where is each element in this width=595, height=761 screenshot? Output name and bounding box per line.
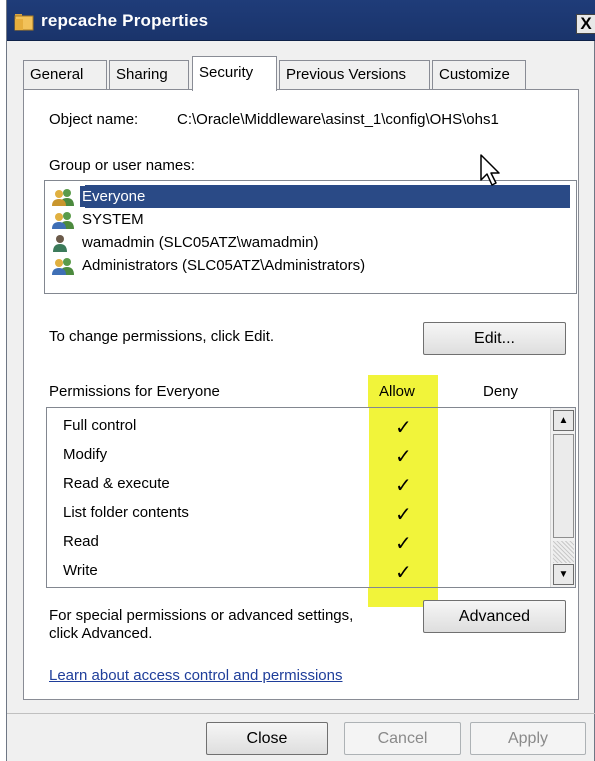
close-window-button[interactable]: X <box>576 14 595 34</box>
scroll-down-arrow-icon[interactable]: ▼ <box>553 564 574 585</box>
deny-column-header: Deny <box>483 383 519 400</box>
tab-general[interactable]: General <box>23 60 107 90</box>
footer-divider <box>7 713 595 714</box>
permission-row-list-folder-contents: List folder contents ✓ <box>47 500 537 529</box>
list-item-wamadmin[interactable]: wamadmin (SLC05ATZ\wamadmin) <box>45 231 576 254</box>
scroll-track[interactable] <box>553 541 574 563</box>
permission-name: Full control <box>63 417 137 434</box>
permission-name: Write <box>63 562 98 579</box>
folder-icon <box>14 14 34 31</box>
permission-name: Modify <box>63 446 108 463</box>
user-name-label: Administrators (SLC05ATZ\Administrators) <box>82 257 366 274</box>
users-list[interactable]: Everyone SYSTEM wamadmin (SLC05ATZ\wamad… <box>44 180 577 294</box>
permission-row-modify: Modify ✓ <box>47 442 537 471</box>
allow-checkmark-icon: ✓ <box>395 417 412 439</box>
change-permissions-text: To change permissions, click Edit. <box>49 328 275 345</box>
scroll-up-arrow-icon[interactable]: ▲ <box>553 410 574 431</box>
advanced-button[interactable]: Advanced <box>423 600 566 633</box>
close-button[interactable]: Close <box>206 722 328 755</box>
permission-name: List folder contents <box>63 504 189 521</box>
allow-checkmark-icon: ✓ <box>395 562 412 584</box>
tab-previous-versions[interactable]: Previous Versions <box>279 60 430 90</box>
group-icon <box>52 212 74 229</box>
permission-row-write: Write ✓ <box>47 558 537 587</box>
tab-sharing[interactable]: Sharing <box>109 60 189 90</box>
permissions-scrollbar[interactable]: ▲ ▼ <box>550 408 575 587</box>
user-name-label: wamadmin (SLC05ATZ\wamadmin) <box>82 234 319 251</box>
allow-checkmark-icon: ✓ <box>395 475 412 497</box>
window-title: repcache Properties <box>41 11 209 30</box>
permission-name: Read <box>63 533 99 550</box>
tab-customize[interactable]: Customize <box>432 60 526 90</box>
apply-button[interactable]: Apply <box>470 722 586 755</box>
learn-access-control-link[interactable]: Learn about access control and permissio… <box>49 667 343 684</box>
user-icon <box>53 235 67 252</box>
cancel-button[interactable]: Cancel <box>344 722 461 755</box>
special-permissions-text-line2: click Advanced. <box>49 625 153 642</box>
list-item-administrators[interactable]: Administrators (SLC05ATZ\Administrators) <box>45 254 576 277</box>
special-permissions-text-line1: For special permissions or advanced sett… <box>49 607 354 624</box>
permissions-for-label: Permissions for Everyone <box>49 383 220 400</box>
object-name-value: C:\Oracle\Middleware\asinst_1\config\OHS… <box>177 111 499 128</box>
permission-row-full-control: Full control ✓ <box>47 413 537 442</box>
properties-dialog: repcache Properties X General Sharing Se… <box>6 0 595 761</box>
group-icon <box>52 189 74 206</box>
title-bar[interactable]: repcache Properties X <box>7 0 595 41</box>
permission-row-read: Read ✓ <box>47 529 537 558</box>
permission-row-read-execute: Read & execute ✓ <box>47 471 537 500</box>
tab-security[interactable]: Security <box>192 56 277 91</box>
allow-checkmark-icon: ✓ <box>395 533 412 555</box>
edit-button[interactable]: Edit... <box>423 322 566 355</box>
user-name-label: SYSTEM <box>82 211 144 228</box>
group-icon <box>52 258 74 275</box>
user-name-label: Everyone <box>80 186 148 207</box>
mouse-pointer-icon <box>480 154 500 186</box>
allow-checkmark-icon: ✓ <box>395 446 412 468</box>
permissions-list[interactable]: Full control ✓ Modify ✓ Read & execute ✓… <box>46 407 576 588</box>
list-item-system[interactable]: SYSTEM <box>45 208 576 231</box>
permission-name: Read & execute <box>63 475 170 492</box>
allow-column-header: Allow <box>379 383 415 400</box>
object-name-label: Object name: <box>49 111 139 128</box>
scroll-thumb[interactable] <box>553 434 574 538</box>
group-or-user-names-label: Group or user names: <box>49 157 195 174</box>
allow-checkmark-icon: ✓ <box>395 504 412 526</box>
